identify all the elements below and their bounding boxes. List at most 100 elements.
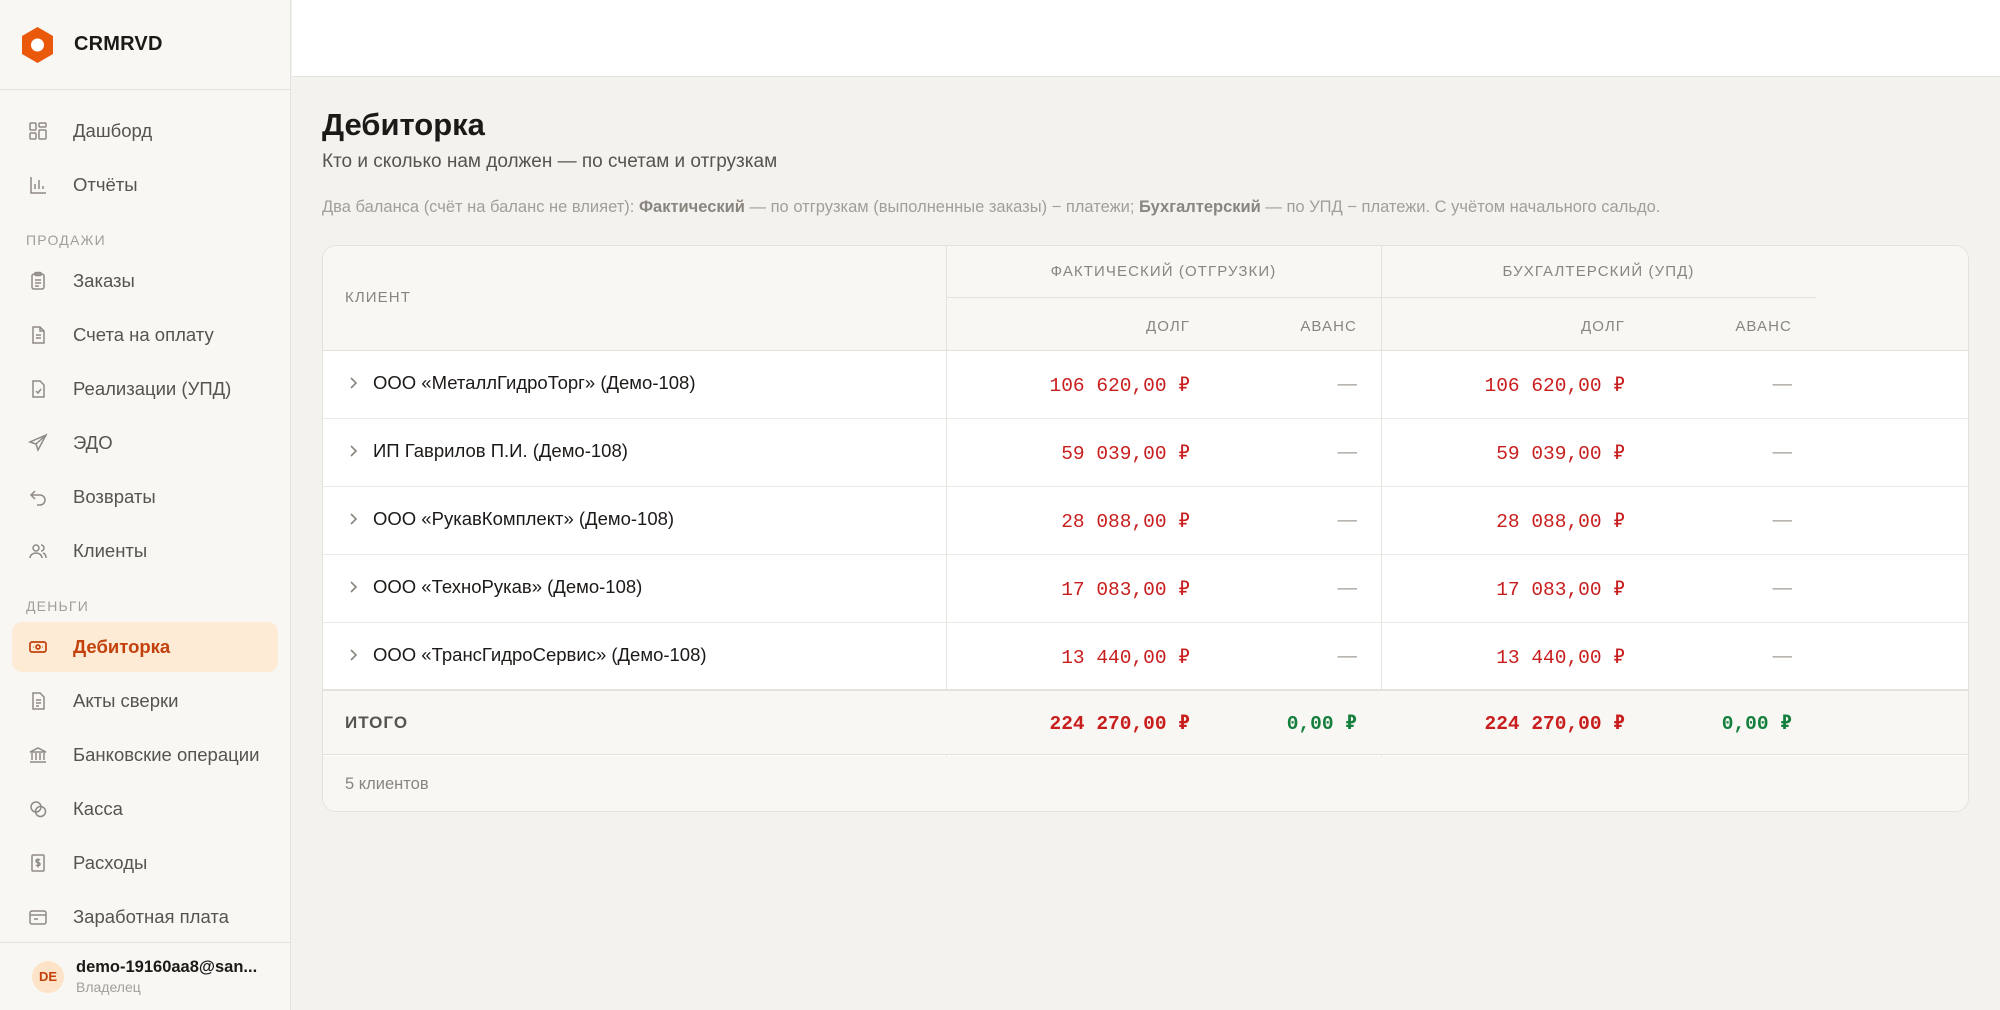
chevron-right-icon[interactable] — [347, 373, 361, 393]
acc-advance-value: — — [1772, 509, 1793, 531]
receipt-icon — [27, 852, 49, 874]
brand[interactable]: CRMRVD — [0, 0, 290, 90]
acc-advance-value: — — [1772, 441, 1793, 463]
client-name: ООО «ТрансГидроСервис» (Демо-108) — [373, 644, 707, 665]
acc-debt-value: 59 039,00 ₽ — [1496, 443, 1625, 465]
user-role: Владелец — [76, 979, 141, 995]
receivables-icon — [27, 636, 49, 658]
sidebar-item-returns[interactable]: Возвраты — [12, 472, 278, 522]
column-group-fact: ФАКТИЧЕСКИЙ (ОТГРУЗКИ) — [946, 246, 1381, 298]
total-fact-advance: 0,00 ₽ — [1286, 713, 1357, 735]
total-acc-debt: 224 270,00 ₽ — [1484, 713, 1625, 735]
fact-debt-value: 59 039,00 ₽ — [1061, 443, 1190, 465]
dashboard-icon — [27, 120, 49, 142]
client-name: ООО «ТехноРукав» (Демо-108) — [373, 576, 643, 597]
sidebar-item-sales-upd[interactable]: Реализации (УПД) — [12, 364, 278, 414]
client-name: ИП Гаврилов П.И. (Демо-108) — [373, 440, 628, 461]
page-title: Дебиторка — [322, 107, 485, 142]
bar-chart-icon — [27, 174, 49, 196]
table-row[interactable]: ИП Гаврилов П.И. (Демо-108) 59 039,00 ₽ … — [323, 419, 1968, 487]
totals-label: ИТОГО — [345, 713, 409, 732]
total-acc-advance: 0,00 ₽ — [1721, 713, 1792, 735]
column-header-client[interactable]: КЛИЕНТ — [345, 289, 411, 306]
column-header-fact-debt[interactable]: ДОЛГ — [1146, 318, 1190, 335]
fact-debt-value: 17 083,00 ₽ — [1061, 579, 1190, 601]
note-fact-term: Фактический — [638, 198, 745, 216]
column-header-acc-advance[interactable]: АВАНС — [1735, 318, 1792, 335]
main-nav: Дашборд Отчёты ПРОДАЖИ Заказы Счета на о… — [0, 90, 290, 942]
note-middle: — по отгрузкам (выполненные заказы) − пл… — [744, 198, 1140, 216]
sidebar-item-clients[interactable]: Клиенты — [12, 526, 278, 576]
nav-section-money: ДЕНЬГИ — [26, 598, 89, 614]
user-menu[interactable]: DE demo-19160aa8@san... Владелец — [0, 942, 290, 1010]
column-group-accounting: БУХГАЛТЕРСКИЙ (УПД) — [1381, 246, 1816, 298]
chevron-right-icon[interactable] — [347, 509, 361, 529]
sidebar-item-label: Касса — [73, 798, 123, 819]
brand-name: CRMRVD — [74, 33, 163, 55]
send-icon — [27, 432, 49, 454]
chevron-right-icon[interactable] — [347, 645, 361, 665]
acc-debt-value: 28 088,00 ₽ — [1496, 511, 1625, 533]
sidebar-item-label: Возвраты — [73, 486, 156, 507]
page-subtitle: Кто и сколько нам должен — по счетам и о… — [322, 151, 778, 172]
fact-advance-value: — — [1337, 509, 1358, 531]
sidebar-item-label: Банковские операции — [73, 744, 260, 765]
sidebar-item-receivables[interactable]: Дебиторка — [12, 622, 278, 672]
table-row[interactable]: ООО «ТрансГидроСервис» (Демо-108) 13 440… — [323, 623, 1968, 691]
avatar: DE — [32, 960, 64, 993]
sidebar-item-cash[interactable]: Касса — [12, 784, 278, 834]
top-bar — [292, 0, 2000, 77]
table-row[interactable]: ООО «РукавКомплект» (Демо-108) 28 088,00… — [323, 487, 1968, 555]
sidebar-item-label: Заказы — [73, 270, 135, 291]
sidebar-item-label: Расходы — [73, 852, 148, 873]
clipboard-icon — [27, 270, 49, 292]
main-content: Дебиторка Кто и сколько нам должен — по … — [322, 77, 1970, 812]
sidebar-item-label: Клиенты — [73, 540, 148, 561]
sidebar-item-label: Дашборд — [73, 120, 153, 141]
acc-debt-value: 17 083,00 ₽ — [1496, 579, 1625, 601]
sidebar-item-label: Акты сверки — [73, 690, 179, 711]
table-footer: 5 клиентов — [323, 756, 1968, 811]
client-count: 5 клиентов — [345, 775, 429, 793]
fact-advance-value: — — [1337, 645, 1358, 667]
sidebar-item-dashboard[interactable]: Дашборд — [12, 106, 278, 156]
sidebar-item-label: Заработная плата — [73, 906, 229, 927]
fact-advance-value: — — [1337, 373, 1358, 395]
chevron-right-icon[interactable] — [347, 577, 361, 597]
client-name: ООО «МеталлГидроТорг» (Демо-108) — [373, 372, 696, 393]
sidebar: CRMRVD Дашборд Отчёты ПРОДАЖИ Заказы Сче… — [0, 0, 291, 1010]
sidebar-item-invoices[interactable]: Счета на оплату — [12, 310, 278, 360]
table-header: КЛИЕНТ ФАКТИЧЕСКИЙ (ОТГРУЗКИ) БУХГАЛТЕРС… — [323, 246, 1968, 351]
sidebar-item-payroll[interactable]: Заработная плата — [12, 892, 278, 942]
sidebar-item-label: Отчёты — [73, 174, 138, 195]
sidebar-item-reports[interactable]: Отчёты — [12, 160, 278, 210]
column-header-fact-advance[interactable]: АВАНС — [1300, 318, 1357, 335]
users-icon — [27, 540, 49, 562]
reconciliation-icon — [27, 690, 49, 712]
payroll-icon — [27, 906, 49, 928]
balance-note: Два баланса (счёт на баланс не влияет): … — [322, 198, 1970, 217]
acc-advance-value: — — [1772, 577, 1793, 599]
sidebar-item-orders[interactable]: Заказы — [12, 256, 278, 306]
table-row[interactable]: ООО «МеталлГидроТорг» (Демо-108) 106 620… — [323, 351, 1968, 419]
coins-icon — [27, 798, 49, 820]
note-suffix: — по УПД − платежи. С учётом начального … — [1260, 198, 1661, 216]
sidebar-item-bank[interactable]: Банковские операции — [12, 730, 278, 780]
logo-icon — [22, 26, 53, 63]
chevron-right-icon[interactable] — [347, 441, 361, 461]
invoice-icon — [27, 324, 49, 346]
totals-row: ИТОГО 224 270,00 ₽ 0,00 ₽ 224 270,00 ₽ 0… — [323, 689, 1968, 755]
sidebar-item-edo[interactable]: ЭДО — [12, 418, 278, 468]
sidebar-item-reconciliation[interactable]: Акты сверки — [12, 676, 278, 726]
fact-debt-value: 28 088,00 ₽ — [1061, 511, 1190, 533]
sidebar-item-label: Дебиторка — [73, 636, 171, 657]
sidebar-item-expenses[interactable]: Расходы — [12, 838, 278, 888]
table-row[interactable]: ООО «ТехноРукав» (Демо-108) 17 083,00 ₽ … — [323, 555, 1968, 623]
user-email: demo-19160aa8@san... — [76, 958, 258, 976]
receivables-table: КЛИЕНТ ФАКТИЧЕСКИЙ (ОТГРУЗКИ) БУХГАЛТЕРС… — [322, 245, 1969, 812]
column-header-acc-debt[interactable]: ДОЛГ — [1581, 318, 1625, 335]
total-fact-debt: 224 270,00 ₽ — [1049, 713, 1190, 735]
nav-section-sales: ПРОДАЖИ — [26, 232, 106, 248]
client-name: ООО «РукавКомплект» (Демо-108) — [373, 508, 675, 529]
fact-debt-value: 106 620,00 ₽ — [1049, 375, 1190, 397]
